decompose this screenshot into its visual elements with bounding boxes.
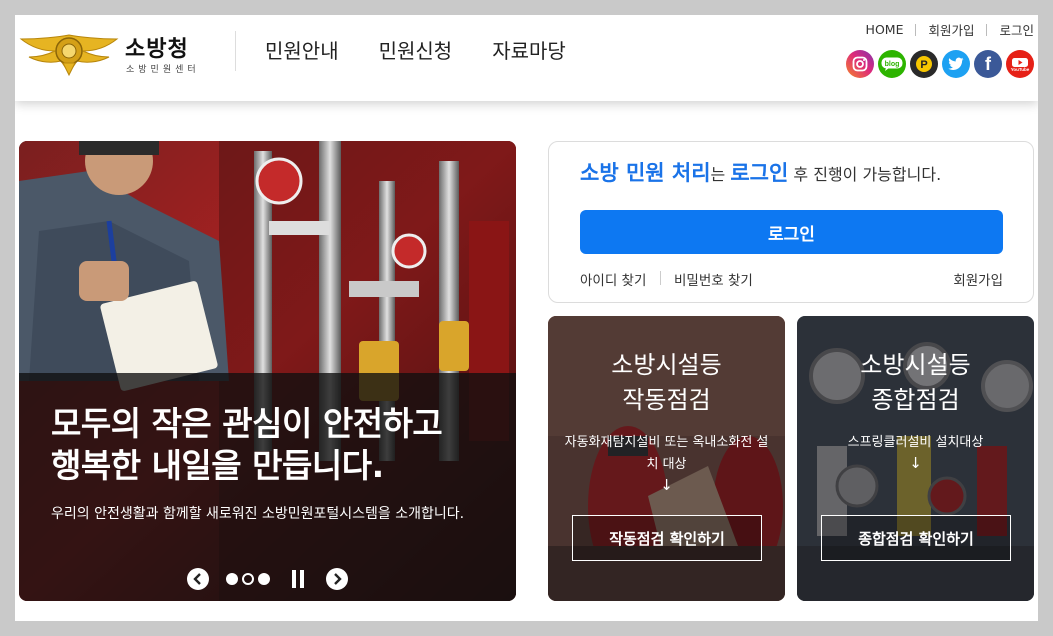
blog-icon[interactable]: blog bbox=[878, 50, 906, 78]
inspection-card-comprehensive: 소방시설등 종합점검 스프링클러설비 설치대상 ↓ 종합점검 확인하기 bbox=[797, 316, 1034, 601]
login-button[interactable]: 로그인 bbox=[580, 210, 1003, 254]
login-panel: 소방 민원 처리는 로그인 후 진행이 가능합니다. 로그인 아이디 찾기 비밀… bbox=[548, 141, 1034, 303]
brand-title: 소방청 bbox=[125, 37, 189, 62]
fire-agency-emblem-icon bbox=[19, 34, 119, 77]
hero-controls bbox=[187, 567, 357, 591]
page-frame: 소방청 소방민원센터 민원안내 민원신청 자료마당 HOME 회원가입 로그인 … bbox=[15, 15, 1038, 621]
login-message-text-2: 후 진행이 가능합니다. bbox=[788, 165, 942, 184]
sns-links: blog P f YouTube bbox=[846, 50, 1034, 78]
card-description: 자동화재탐지설비 또는 옥내소화전 설치 대상 bbox=[564, 435, 769, 472]
header-divider bbox=[235, 31, 236, 71]
join-link-panel[interactable]: 회원가입 bbox=[953, 269, 1003, 289]
hero-description: 우리의 안전생활과 함께할 새로워진 소방민원포털시스템을 소개합니다. bbox=[51, 506, 465, 522]
youtube-icon[interactable]: YouTube bbox=[1006, 50, 1034, 78]
arrow-down-icon: ↓ bbox=[909, 454, 922, 472]
chevron-left-icon bbox=[193, 573, 201, 585]
logo[interactable]: 소방청 소방민원센터 bbox=[19, 27, 209, 79]
brand-subtitle: 소방민원센터 bbox=[126, 65, 200, 75]
instagram-icon[interactable] bbox=[846, 50, 874, 78]
hero-slider: 모두의 작은 관심이 안전하고 행복한 내일을 만듭니다. 우리의 안전생활과 … bbox=[19, 141, 516, 601]
svg-text:blog: blog bbox=[885, 61, 900, 68]
login-message-highlight-1: 소방 민원 처리 bbox=[580, 161, 711, 185]
find-id-link[interactable]: 아이디 찾기 bbox=[580, 269, 646, 289]
slide-dot-1[interactable] bbox=[226, 573, 238, 585]
slide-prev-button[interactable] bbox=[187, 568, 209, 590]
chevron-right-icon bbox=[334, 573, 342, 585]
inspection-card-operation: 소방시설등 작동점검 자동화재탐지설비 또는 옥내소화전 설치 대상 ↓ 작동점… bbox=[548, 316, 785, 601]
operation-check-button[interactable]: 작동점검 확인하기 bbox=[572, 515, 762, 561]
nav-item-apply[interactable]: 민원신청 bbox=[379, 35, 453, 64]
home-link[interactable]: HOME bbox=[854, 22, 916, 37]
utility-nav: HOME 회원가입 로그인 bbox=[854, 20, 1034, 39]
find-password-link[interactable]: 비밀번호 찾기 bbox=[674, 269, 753, 289]
slide-dot-2[interactable] bbox=[242, 573, 254, 585]
svg-text:YouTube: YouTube bbox=[1011, 67, 1030, 72]
card-title: 소방시설등 작동점검 bbox=[611, 351, 722, 414]
slide-dot-3[interactable] bbox=[258, 573, 270, 585]
slide-pause-button[interactable] bbox=[291, 569, 305, 589]
post-icon[interactable]: P bbox=[910, 50, 938, 78]
login-link-separator bbox=[660, 271, 661, 285]
arrow-down-icon: ↓ bbox=[660, 476, 673, 494]
join-link[interactable]: 회원가입 bbox=[916, 20, 986, 39]
nav-item-guide[interactable]: 민원안내 bbox=[265, 35, 339, 64]
login-message-highlight-2: 로그인 bbox=[730, 161, 789, 185]
header: 소방청 소방민원센터 민원안내 민원신청 자료마당 HOME 회원가입 로그인 … bbox=[15, 15, 1038, 101]
main-nav: 민원안내 민원신청 자료마당 bbox=[265, 35, 566, 64]
nav-item-resources[interactable]: 자료마당 bbox=[492, 35, 566, 64]
twitter-icon[interactable] bbox=[942, 50, 970, 78]
login-message: 소방 민원 처리는 로그인 후 진행이 가능합니다. bbox=[580, 157, 941, 187]
slide-next-button[interactable] bbox=[326, 568, 348, 590]
login-link[interactable]: 로그인 bbox=[987, 20, 1034, 39]
comprehensive-check-button[interactable]: 종합점검 확인하기 bbox=[821, 515, 1011, 561]
facebook-icon[interactable]: f bbox=[974, 50, 1002, 78]
card-title: 소방시설등 종합점검 bbox=[860, 351, 971, 414]
svg-text:P: P bbox=[920, 59, 927, 71]
hero-title: 모두의 작은 관심이 안전하고 행복한 내일을 만듭니다. bbox=[51, 404, 443, 485]
pause-icon bbox=[292, 570, 304, 588]
login-message-text-1: 는 bbox=[710, 165, 731, 184]
card-description: 스프링클러설비 설치대상 bbox=[847, 435, 984, 450]
